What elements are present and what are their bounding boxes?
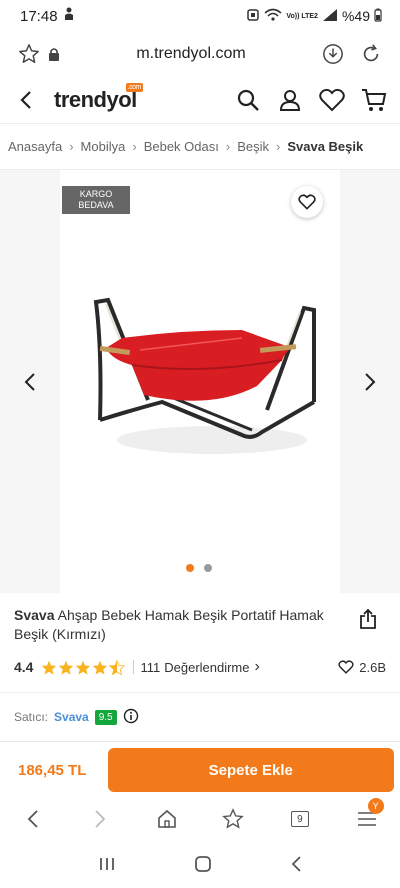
system-navigation-bar [0, 846, 400, 886]
badge-line-2: BEDAVA [78, 200, 114, 210]
reload-icon[interactable] [356, 39, 386, 69]
chevron-right-icon[interactable]: › [255, 658, 260, 676]
battery-icon [374, 8, 382, 25]
breadcrumb-item[interactable]: Beşik [237, 139, 269, 154]
back-arrow-icon[interactable] [12, 86, 40, 114]
favorite-count[interactable]: 2.6B [338, 660, 386, 675]
product-price: 186,45 TL [18, 761, 87, 779]
cart-icon[interactable] [360, 86, 388, 114]
battery-text: %49 [341, 8, 370, 24]
rating-value: 4.4 [14, 659, 34, 675]
network-label: Vo)) LTE2 [286, 12, 318, 20]
user-icon[interactable] [276, 86, 304, 114]
favorites-heart-icon[interactable] [318, 86, 346, 114]
breadcrumb-item[interactable]: Bebek Odası [144, 139, 219, 154]
product-brand[interactable]: Svava [14, 607, 54, 623]
info-icon[interactable] [123, 708, 139, 727]
star-icon [59, 660, 74, 675]
add-to-favorites-button[interactable] [291, 186, 323, 218]
chevron-right-icon: › [275, 139, 281, 154]
seller-label: Satıcı: [14, 710, 49, 724]
share-icon[interactable] [358, 608, 380, 630]
browser-forward-icon[interactable] [85, 804, 115, 834]
menu-icon[interactable]: Y [352, 798, 384, 834]
product-image [93, 297, 316, 454]
next-image-arrow-icon[interactable] [358, 370, 382, 394]
browser-address-bar: m.trendyol.com [0, 32, 400, 76]
pagination-dot[interactable] [204, 564, 212, 572]
bookmark-star-icon[interactable] [14, 39, 44, 69]
divider [0, 692, 400, 693]
person-icon [64, 7, 74, 25]
trendyol-logo[interactable]: trendyol .com [54, 82, 143, 113]
breadcrumb-item[interactable]: Mobilya [81, 139, 126, 154]
star-icon [42, 660, 57, 675]
home-icon[interactable] [152, 804, 182, 834]
download-icon[interactable] [318, 39, 348, 69]
recent-apps-icon[interactable] [98, 855, 116, 878]
add-to-cart-button[interactable]: Sepete Ekle [107, 748, 394, 792]
rating-row: 4.4 111 Değerlendirme › 2.6B [14, 656, 386, 678]
chevron-right-icon: › [69, 139, 74, 154]
logo-badge: .com [125, 82, 143, 92]
url-field[interactable]: m.trendyol.com [64, 45, 318, 63]
seller-row: Satıcı: Svava 9.5 [14, 706, 139, 728]
star-icon [76, 660, 91, 675]
status-time: 17:48 [20, 7, 58, 25]
gallery-pagination [186, 564, 212, 572]
site-header: trendyol .com [0, 76, 400, 124]
half-star-icon [109, 659, 126, 675]
product-title: Svava Ahşap Bebek Hamak Beşik Portatif H… [14, 606, 344, 644]
wifi-icon [264, 8, 282, 25]
breadcrumb-item[interactable]: Anasayfa [8, 139, 62, 154]
chevron-right-icon: › [225, 139, 231, 154]
badge-line-1: KARGO [79, 189, 113, 199]
favorite-count-value: 2.6B [359, 659, 386, 675]
seller-name[interactable]: Svava [54, 710, 89, 724]
heart-icon [298, 194, 316, 210]
seller-score-badge: 9.5 [94, 709, 117, 725]
product-name: Ahşap Bebek Hamak Beşik Portatif Hamak B… [14, 607, 324, 642]
tabs-count: 9 [290, 811, 309, 827]
review-label[interactable]: Değerlendirme [164, 660, 249, 675]
review-count[interactable]: 111 [140, 660, 160, 675]
browser-back-icon[interactable] [18, 804, 48, 834]
home-button-icon[interactable] [193, 854, 213, 879]
status-bar: 17:48 Vo)) LTE2 %49 [0, 0, 400, 32]
bookmarks-star-icon[interactable] [218, 804, 248, 834]
lock-icon[interactable] [44, 39, 64, 69]
menu-badge: Y [367, 798, 384, 814]
breadcrumb: Anasayfa › Mobilya › Bebek Odası › Beşik… [0, 124, 400, 170]
rating-stars [41, 659, 126, 675]
divider [133, 660, 135, 674]
chevron-right-icon: › [132, 139, 137, 154]
buy-bar: 186,45 TL Sepete Ekle [0, 741, 400, 798]
signal-icon [322, 8, 338, 25]
heart-icon [338, 660, 354, 674]
breadcrumb-current[interactable]: Svava Beşik [287, 139, 363, 154]
system-back-icon[interactable] [290, 855, 302, 878]
star-icon [93, 660, 108, 675]
pagination-dot-active[interactable] [186, 564, 194, 572]
alarm-icon [246, 8, 260, 25]
free-shipping-badge: KARGO BEDAVA [62, 186, 130, 214]
search-icon[interactable] [234, 86, 262, 114]
previous-image-arrow-icon[interactable] [18, 370, 42, 394]
product-gallery[interactable]: KARGO BEDAVA [0, 170, 400, 593]
tabs-icon[interactable]: 9 [285, 804, 315, 834]
browser-toolbar: 9 Y [0, 798, 400, 840]
logo-text: trendyol [54, 86, 137, 112]
